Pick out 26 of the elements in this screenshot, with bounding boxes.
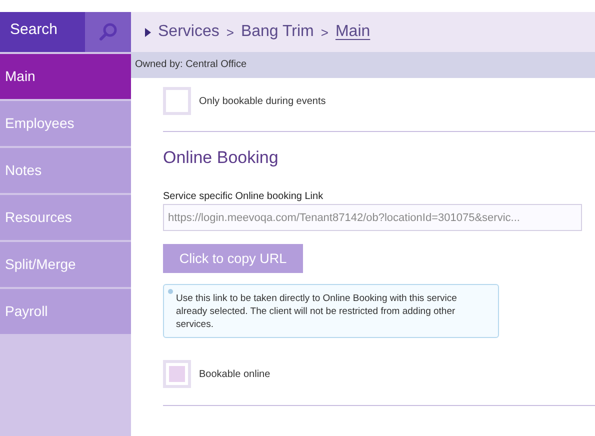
search-button[interactable] <box>85 12 131 52</box>
breadcrumb-separator: > <box>226 24 234 40</box>
caret-icon <box>145 28 151 36</box>
breadcrumb-link[interactable]: Main <box>335 23 370 41</box>
breadcrumb-link[interactable]: Services <box>158 23 220 41</box>
info-text: Use this link to be taken directly to Online Booking with this service already selected. The client will not be restricted from adding other services. <box>176 293 457 330</box>
checkbox[interactable] <box>163 360 191 388</box>
breadcrumb-link[interactable]: Bang Trim <box>240 23 314 41</box>
checkbox-label: Only bookable during events <box>199 96 326 106</box>
search-label: Search <box>9 20 59 40</box>
checkbox[interactable] <box>163 87 191 115</box>
sidebar-item[interactable]: Payroll <box>0 289 131 334</box>
checkbox-label: Bookable online <box>199 368 270 380</box>
sidebar-item[interactable]: Split/Merge <box>0 242 131 287</box>
search-icon <box>98 22 118 42</box>
breadcrumb-separator: > <box>320 24 328 40</box>
copy-url-button[interactable]: Click to copy URL <box>163 244 303 273</box>
sidebar-item[interactable]: Employees <box>0 101 131 146</box>
section-heading: Online Booking <box>163 148 280 168</box>
owner-bar: Owned by: Central Office <box>131 52 595 78</box>
sidebar-item[interactable]: Notes <box>0 148 131 193</box>
link-field[interactable]: https://login.meevoqa.com/Tenant87142/ob?locationId=301075&servic... <box>163 204 582 231</box>
sidebar-item[interactable]: Main <box>0 54 131 99</box>
dot-icon <box>168 289 173 294</box>
field-label: Service specific Online booking Link <box>163 191 324 202</box>
sidebar-item[interactable]: Resources <box>0 195 131 240</box>
